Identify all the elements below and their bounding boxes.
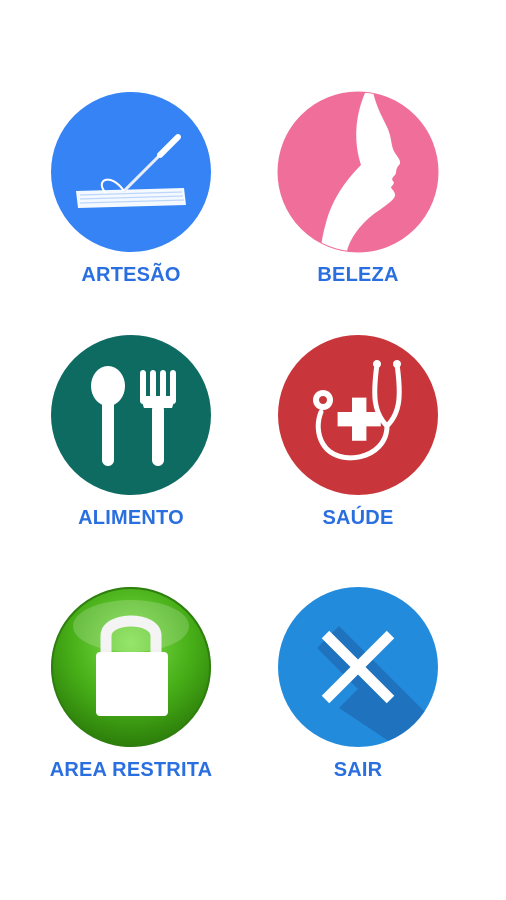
menu-item-label: ALIMENTO — [78, 507, 184, 529]
menu-item-area-restrita[interactable]: AREA RESTRITA — [31, 586, 231, 796]
menu-item-label: ARTESÃO — [81, 264, 181, 286]
menu-item-beleza[interactable]: BELEZA — [258, 91, 458, 301]
menu-item-label: AREA RESTRITA — [49, 759, 213, 781]
lock-icon — [51, 587, 211, 747]
menu-item-artesao[interactable]: ARTESÃO — [31, 91, 231, 301]
woman-profile-icon — [277, 91, 439, 253]
menu-item-saude[interactable]: SAÚDE — [258, 334, 458, 544]
menu-item-label: SAÚDE — [322, 507, 394, 529]
menu-item-label: BELEZA — [317, 264, 399, 286]
needle-thread-icon — [51, 92, 211, 252]
menu-item-alimento[interactable]: ALIMENTO — [31, 334, 231, 544]
spoon-fork-icon — [51, 335, 211, 495]
menu-item-sair[interactable]: SAIR — [258, 586, 458, 796]
menu-item-label: SAIR — [333, 759, 383, 781]
close-x-icon — [278, 587, 438, 747]
stethoscope-icon — [278, 335, 438, 495]
